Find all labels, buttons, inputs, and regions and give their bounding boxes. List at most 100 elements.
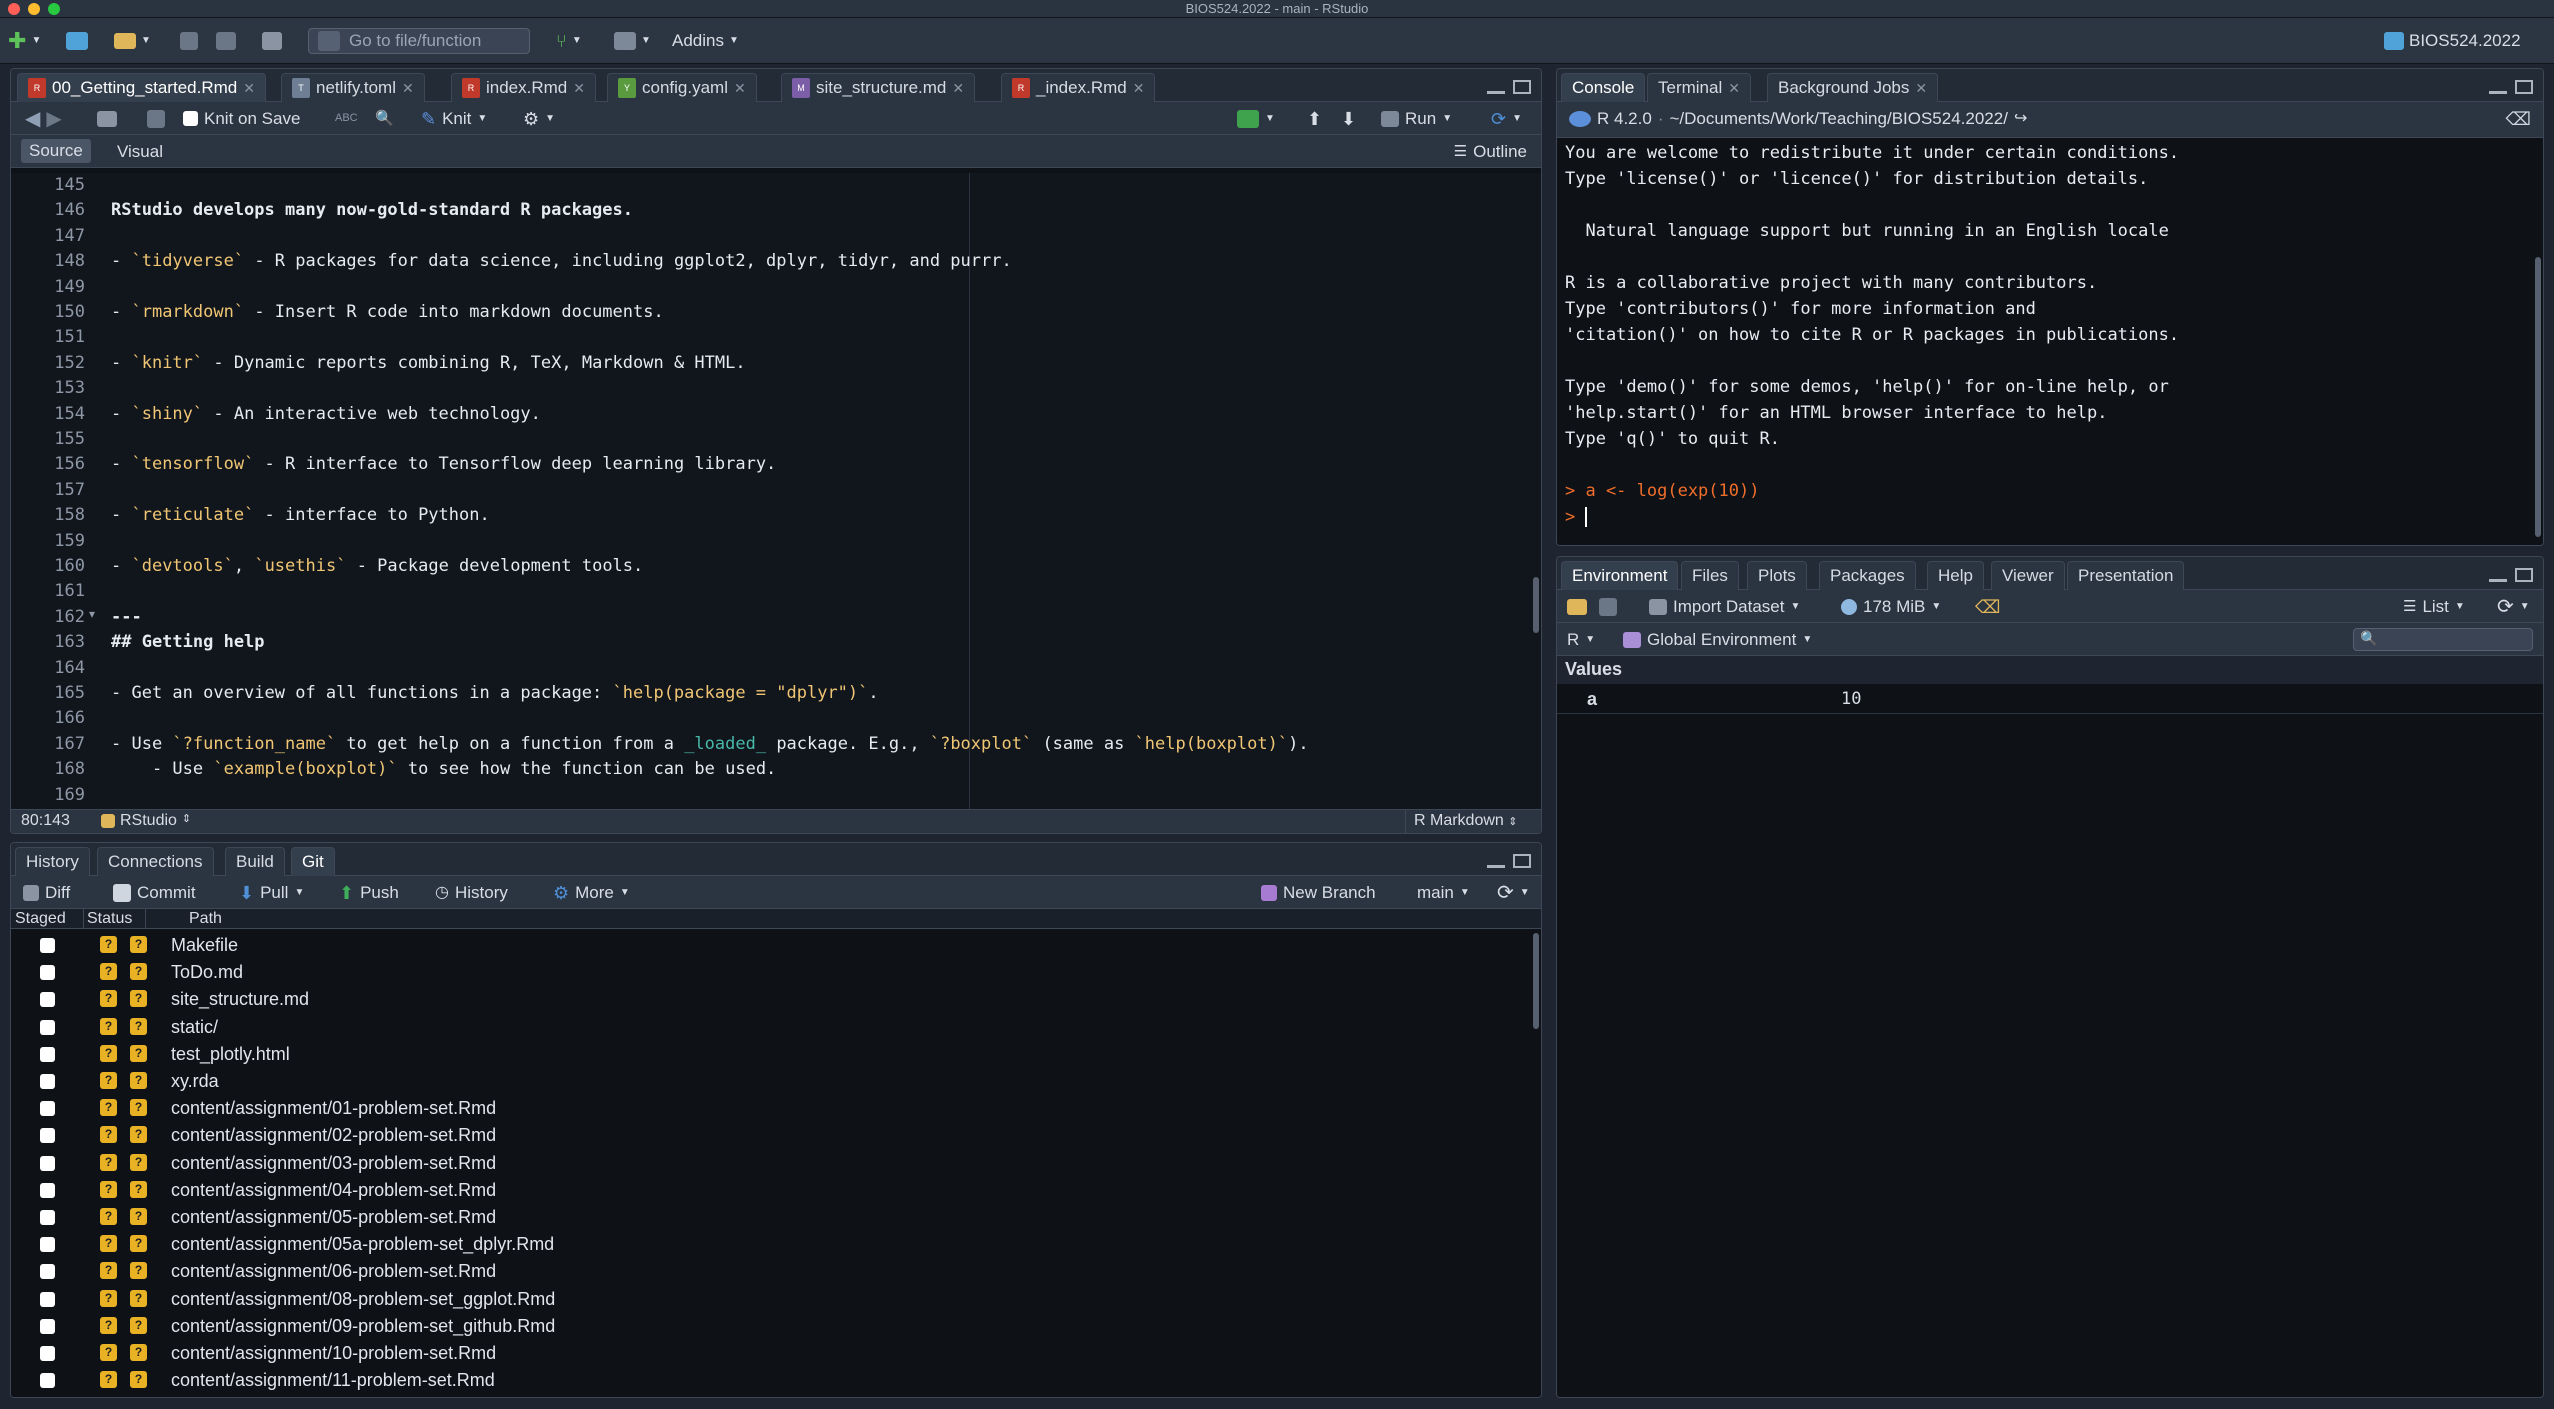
save-all-button[interactable]	[216, 27, 236, 55]
git-file-row[interactable]: ?? site_structure.md	[11, 987, 1525, 1014]
source-mode-button[interactable]: Source	[21, 139, 91, 163]
minimize-pane-icon[interactable]	[1487, 863, 1505, 868]
column-path[interactable]: Path	[189, 910, 222, 928]
pane-layout-button[interactable]: ▼	[614, 27, 651, 55]
project-menu[interactable]: BIOS524.2022	[2384, 27, 2521, 55]
staged-checkbox[interactable]	[40, 1155, 55, 1171]
git-file-row[interactable]: ?? static/	[11, 1015, 1525, 1042]
staged-checkbox[interactable]	[40, 1373, 55, 1389]
git-file-row[interactable]: ?? content/assignment/01-problem-set.Rmd	[11, 1096, 1525, 1123]
settings-button[interactable]: ⚙ ▼	[523, 102, 555, 135]
tab-getting-started[interactable]: R 00_Getting_started.Rmd ✕	[17, 73, 266, 102]
git-file-row[interactable]: ?? content/assignment/08-problem-set_ggpl…	[11, 1287, 1525, 1314]
maximize-pane-icon[interactable]	[1513, 80, 1531, 94]
clear-console-button[interactable]: ⌫	[2506, 102, 2531, 135]
staged-checkbox[interactable]	[40, 1019, 55, 1035]
tab-git[interactable]: Git	[291, 847, 335, 876]
save-doc-button[interactable]	[147, 102, 165, 135]
go-to-directory-icon[interactable]: ↪	[2014, 110, 2027, 127]
tab-packages[interactable]: Packages	[1819, 561, 1916, 590]
spellcheck-button[interactable]: ABC	[335, 102, 358, 135]
diff-button[interactable]: Diff	[23, 876, 70, 909]
staged-checkbox[interactable]	[40, 1264, 55, 1280]
tab-viewer[interactable]: Viewer	[1991, 561, 2065, 590]
next-chunk-button[interactable]: ⬇	[1341, 102, 1356, 135]
staged-checkbox[interactable]	[40, 1101, 55, 1117]
branch-selector[interactable]: main ▼	[1417, 876, 1470, 909]
git-file-row[interactable]: ?? xy.rda	[11, 1069, 1525, 1096]
git-file-row[interactable]: ?? content/assignment/09-problem-set_gith…	[11, 1314, 1525, 1341]
git-file-row[interactable]: ?? content/assignment/04-problem-set.Rmd	[11, 1178, 1525, 1205]
visual-mode-button[interactable]: Visual	[117, 135, 163, 168]
close-icon[interactable]: ✕	[402, 80, 414, 97]
close-icon[interactable]: ✕	[1915, 80, 1927, 97]
save-workspace-button[interactable]	[1599, 590, 1617, 623]
column-status[interactable]: Status	[87, 910, 132, 928]
import-dataset-button[interactable]: Import Dataset ▼	[1649, 590, 1800, 623]
git-history-button[interactable]: ◷ History	[435, 876, 508, 909]
git-file-row[interactable]: ?? content/assignment/02-problem-set.Rmd	[11, 1123, 1525, 1150]
minimize-pane-icon[interactable]	[2489, 89, 2507, 94]
checkbox[interactable]	[183, 111, 198, 126]
tab-history[interactable]: History	[15, 847, 90, 876]
git-file-row[interactable]: ?? content/assignment/11-problem-set.Rmd	[11, 1368, 1525, 1395]
staged-checkbox[interactable]	[40, 1182, 55, 1198]
maximize-pane-icon[interactable]	[2515, 80, 2533, 94]
load-workspace-button[interactable]	[1567, 590, 1587, 623]
staged-checkbox[interactable]	[40, 1074, 55, 1089]
staged-checkbox[interactable]	[40, 992, 55, 1008]
staged-checkbox[interactable]	[40, 1210, 55, 1225]
close-icon[interactable]: ✕	[734, 80, 746, 97]
staged-checkbox[interactable]	[40, 1237, 55, 1253]
filetype-selector[interactable]: R Markdown ⇕	[1405, 810, 1541, 833]
git-file-row[interactable]: ?? content/assignment/03-problem-set.Rmd	[11, 1151, 1525, 1178]
pull-button[interactable]: ⬇ Pull ▼	[239, 876, 304, 909]
staged-checkbox[interactable]	[40, 1046, 55, 1062]
staged-checkbox[interactable]	[40, 1318, 55, 1334]
console-scrollbar[interactable]	[2535, 257, 2541, 537]
save-button[interactable]	[180, 27, 198, 55]
tab-environment[interactable]: Environment	[1561, 561, 1679, 590]
git-scrollbar[interactable]	[1533, 933, 1539, 1029]
env-value-row[interactable]: a 10	[1557, 684, 2543, 714]
tab-site-structure[interactable]: Msite_structure.md ✕	[781, 73, 976, 102]
addins-menu[interactable]: Addins ▼	[672, 27, 739, 55]
git-file-row[interactable]: ?? content/assignment/10-problem-set.Rmd	[11, 1341, 1525, 1368]
more-button[interactable]: ⚙ More ▼	[553, 876, 630, 909]
tab-index[interactable]: Rindex.Rmd ✕	[451, 73, 596, 102]
tab-build[interactable]: Build	[225, 847, 285, 876]
clear-env-button[interactable]: ⌫	[1975, 590, 2000, 623]
tab-files[interactable]: Files	[1681, 561, 1739, 590]
close-icon[interactable]: ✕	[1728, 80, 1740, 97]
memory-usage-button[interactable]: 178 MiB ▼	[1841, 590, 1941, 623]
code-editor[interactable]: 145 146 RStudio develops many now-gold-sta…	[11, 173, 1541, 809]
tab-plots[interactable]: Plots	[1747, 561, 1807, 590]
tab-config[interactable]: Yconfig.yaml ✕	[607, 73, 757, 102]
console-output[interactable]: You are welcome to redistribute it under…	[1557, 138, 2543, 545]
git-file-row[interactable]: ?? content/assignment/05-problem-set.Rmd	[11, 1205, 1525, 1232]
git-file-row[interactable]: ?? content/assignment/05a-problem-set_dpl…	[11, 1232, 1525, 1259]
maximize-pane-icon[interactable]	[1513, 854, 1531, 868]
staged-checkbox[interactable]	[40, 1291, 55, 1307]
refresh-button[interactable]: ⟳ ▼	[1497, 876, 1530, 909]
tab-console[interactable]: Console	[1561, 73, 1646, 102]
find-button[interactable]: 🔍	[375, 102, 394, 135]
open-file-button[interactable]: ▼	[114, 27, 151, 55]
git-file-row[interactable]: ?? test_plotly.html	[11, 1042, 1525, 1069]
outline-button[interactable]: ☰ Outline	[1454, 135, 1527, 168]
goto-file-input[interactable]: Go to file/function	[308, 28, 530, 54]
console-prompt-line[interactable]: >	[1565, 504, 2535, 530]
minimize-pane-icon[interactable]	[1487, 89, 1505, 94]
tab-connections[interactable]: Connections	[97, 847, 214, 876]
staged-checkbox[interactable]	[40, 1346, 55, 1361]
close-icon[interactable]: ✕	[952, 80, 964, 97]
new-project-button[interactable]	[66, 27, 88, 55]
new-branch-button[interactable]: New Branch	[1261, 876, 1376, 909]
environment-selector[interactable]: Global Environment ▼	[1623, 623, 1812, 656]
language-selector[interactable]: R ▼	[1567, 623, 1595, 656]
refresh-env-button[interactable]: ⟳ ▼	[2497, 590, 2530, 623]
prev-chunk-button[interactable]: ⬆	[1307, 102, 1322, 135]
git-file-row[interactable]: ?? content/assignment/06-problem-set.Rmd	[11, 1259, 1525, 1286]
git-file-row[interactable]: ?? ToDo.md	[11, 960, 1525, 987]
scope-selector[interactable]: RStudio ⇕	[101, 812, 191, 830]
